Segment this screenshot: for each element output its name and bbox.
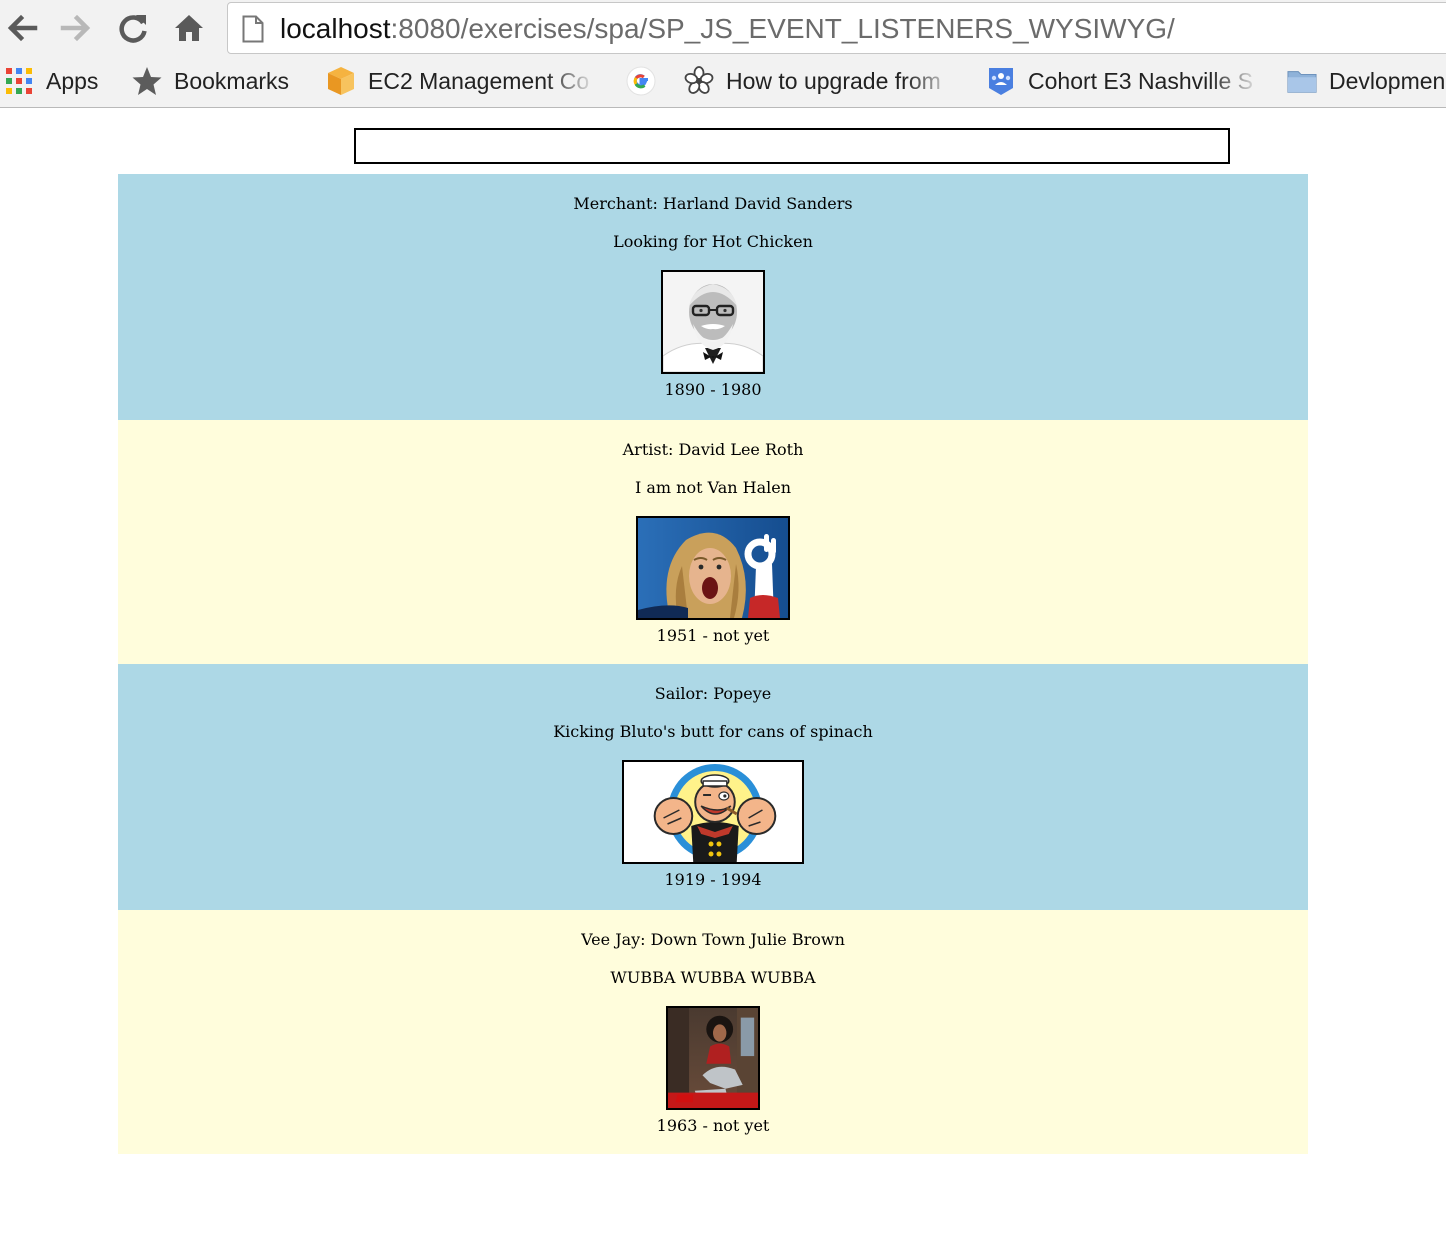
flower-icon (684, 66, 714, 96)
person-bio: I am not Van Halen (634, 478, 792, 497)
url-host: localhost (280, 13, 391, 44)
bookmark-cohort[interactable]: Cohort E3 Nashville S (986, 64, 1260, 98)
person-card[interactable]: Vee Jay: Down Town Julie Brown WUBBA WUB… (118, 910, 1308, 1154)
bookmark-google[interactable] (626, 64, 656, 98)
browser-toolbar: localhost:8080/exercises/spa/SP_JS_EVENT… (0, 0, 1446, 56)
bookmark-ec2[interactable]: EC2 Management Co (326, 64, 596, 98)
bookmark-bookmarks[interactable]: Bookmarks (132, 64, 289, 98)
person-card[interactable]: Merchant: Harland David Sanders Looking … (118, 174, 1308, 420)
person-title: Merchant: Harland David Sanders (573, 194, 853, 213)
forward-button[interactable] (56, 8, 96, 48)
url-path: :8080/exercises/spa/SP_JS_EVENT_LISTENER… (390, 13, 1175, 44)
bookmark-development-folder[interactable]: Devlopmen (1287, 64, 1445, 98)
colonel-sanders-portrait (661, 270, 765, 374)
julie-brown-photo (666, 1006, 760, 1110)
home-button[interactable] (169, 8, 209, 48)
bookmark-label: EC2 Management Co (368, 67, 590, 94)
popeye-cartoon (622, 760, 804, 864)
folder-icon (1287, 66, 1317, 96)
person-bio: WUBBA WUBBA WUBBA (610, 968, 816, 987)
bookmark-label: How to upgrade from (726, 67, 941, 94)
person-lifespan: 1890 - 1980 (664, 380, 762, 399)
bookmark-upgrade[interactable]: How to upgrade from (684, 64, 956, 98)
address-bar[interactable]: localhost:8080/exercises/spa/SP_JS_EVENT… (227, 2, 1446, 54)
apps-grid-icon (4, 66, 34, 96)
person-lifespan: 1919 - 1994 (664, 870, 762, 889)
person-card[interactable]: Sailor: Popeye Kicking Bluto's butt for … (118, 664, 1308, 910)
bookmarks-bar: Apps Bookmarks EC2 Management Co How to … (0, 56, 1446, 108)
classroom-icon (986, 66, 1016, 96)
back-button[interactable] (2, 8, 42, 48)
bookmark-label: Devlopmen (1329, 67, 1446, 94)
reload-icon (119, 15, 147, 43)
person-lifespan: 1963 - not yet (656, 1116, 770, 1135)
page-icon (242, 15, 264, 43)
person-lifespan: 1951 - not yet (656, 626, 770, 645)
bookmark-apps[interactable]: Apps (4, 64, 98, 98)
google-icon (626, 66, 656, 96)
bookmark-label: Apps (46, 67, 99, 94)
reload-button[interactable] (113, 8, 153, 48)
person-title: Artist: David Lee Roth (622, 440, 804, 459)
person-bio: Kicking Bluto's butt for cans of spinach (553, 722, 873, 741)
back-arrow-icon (7, 14, 38, 42)
forward-arrow-icon (60, 14, 91, 42)
person-card[interactable]: Artist: David Lee Roth I am not Van Hale… (118, 420, 1308, 664)
aws-cube-icon (326, 66, 356, 96)
person-bio: Looking for Hot Chicken (613, 232, 813, 251)
star-icon (132, 66, 162, 96)
david-lee-roth-photo (636, 516, 790, 620)
editor-input[interactable] (354, 128, 1230, 164)
bookmark-label: Bookmarks (174, 67, 290, 94)
person-title: Vee Jay: Down Town Julie Brown (581, 930, 845, 949)
person-title: Sailor: Popeye (654, 684, 772, 703)
url-text: localhost:8080/exercises/spa/SP_JS_EVENT… (280, 12, 1175, 46)
home-icon (175, 15, 203, 41)
bookmark-label: Cohort E3 Nashville S (1028, 67, 1253, 94)
